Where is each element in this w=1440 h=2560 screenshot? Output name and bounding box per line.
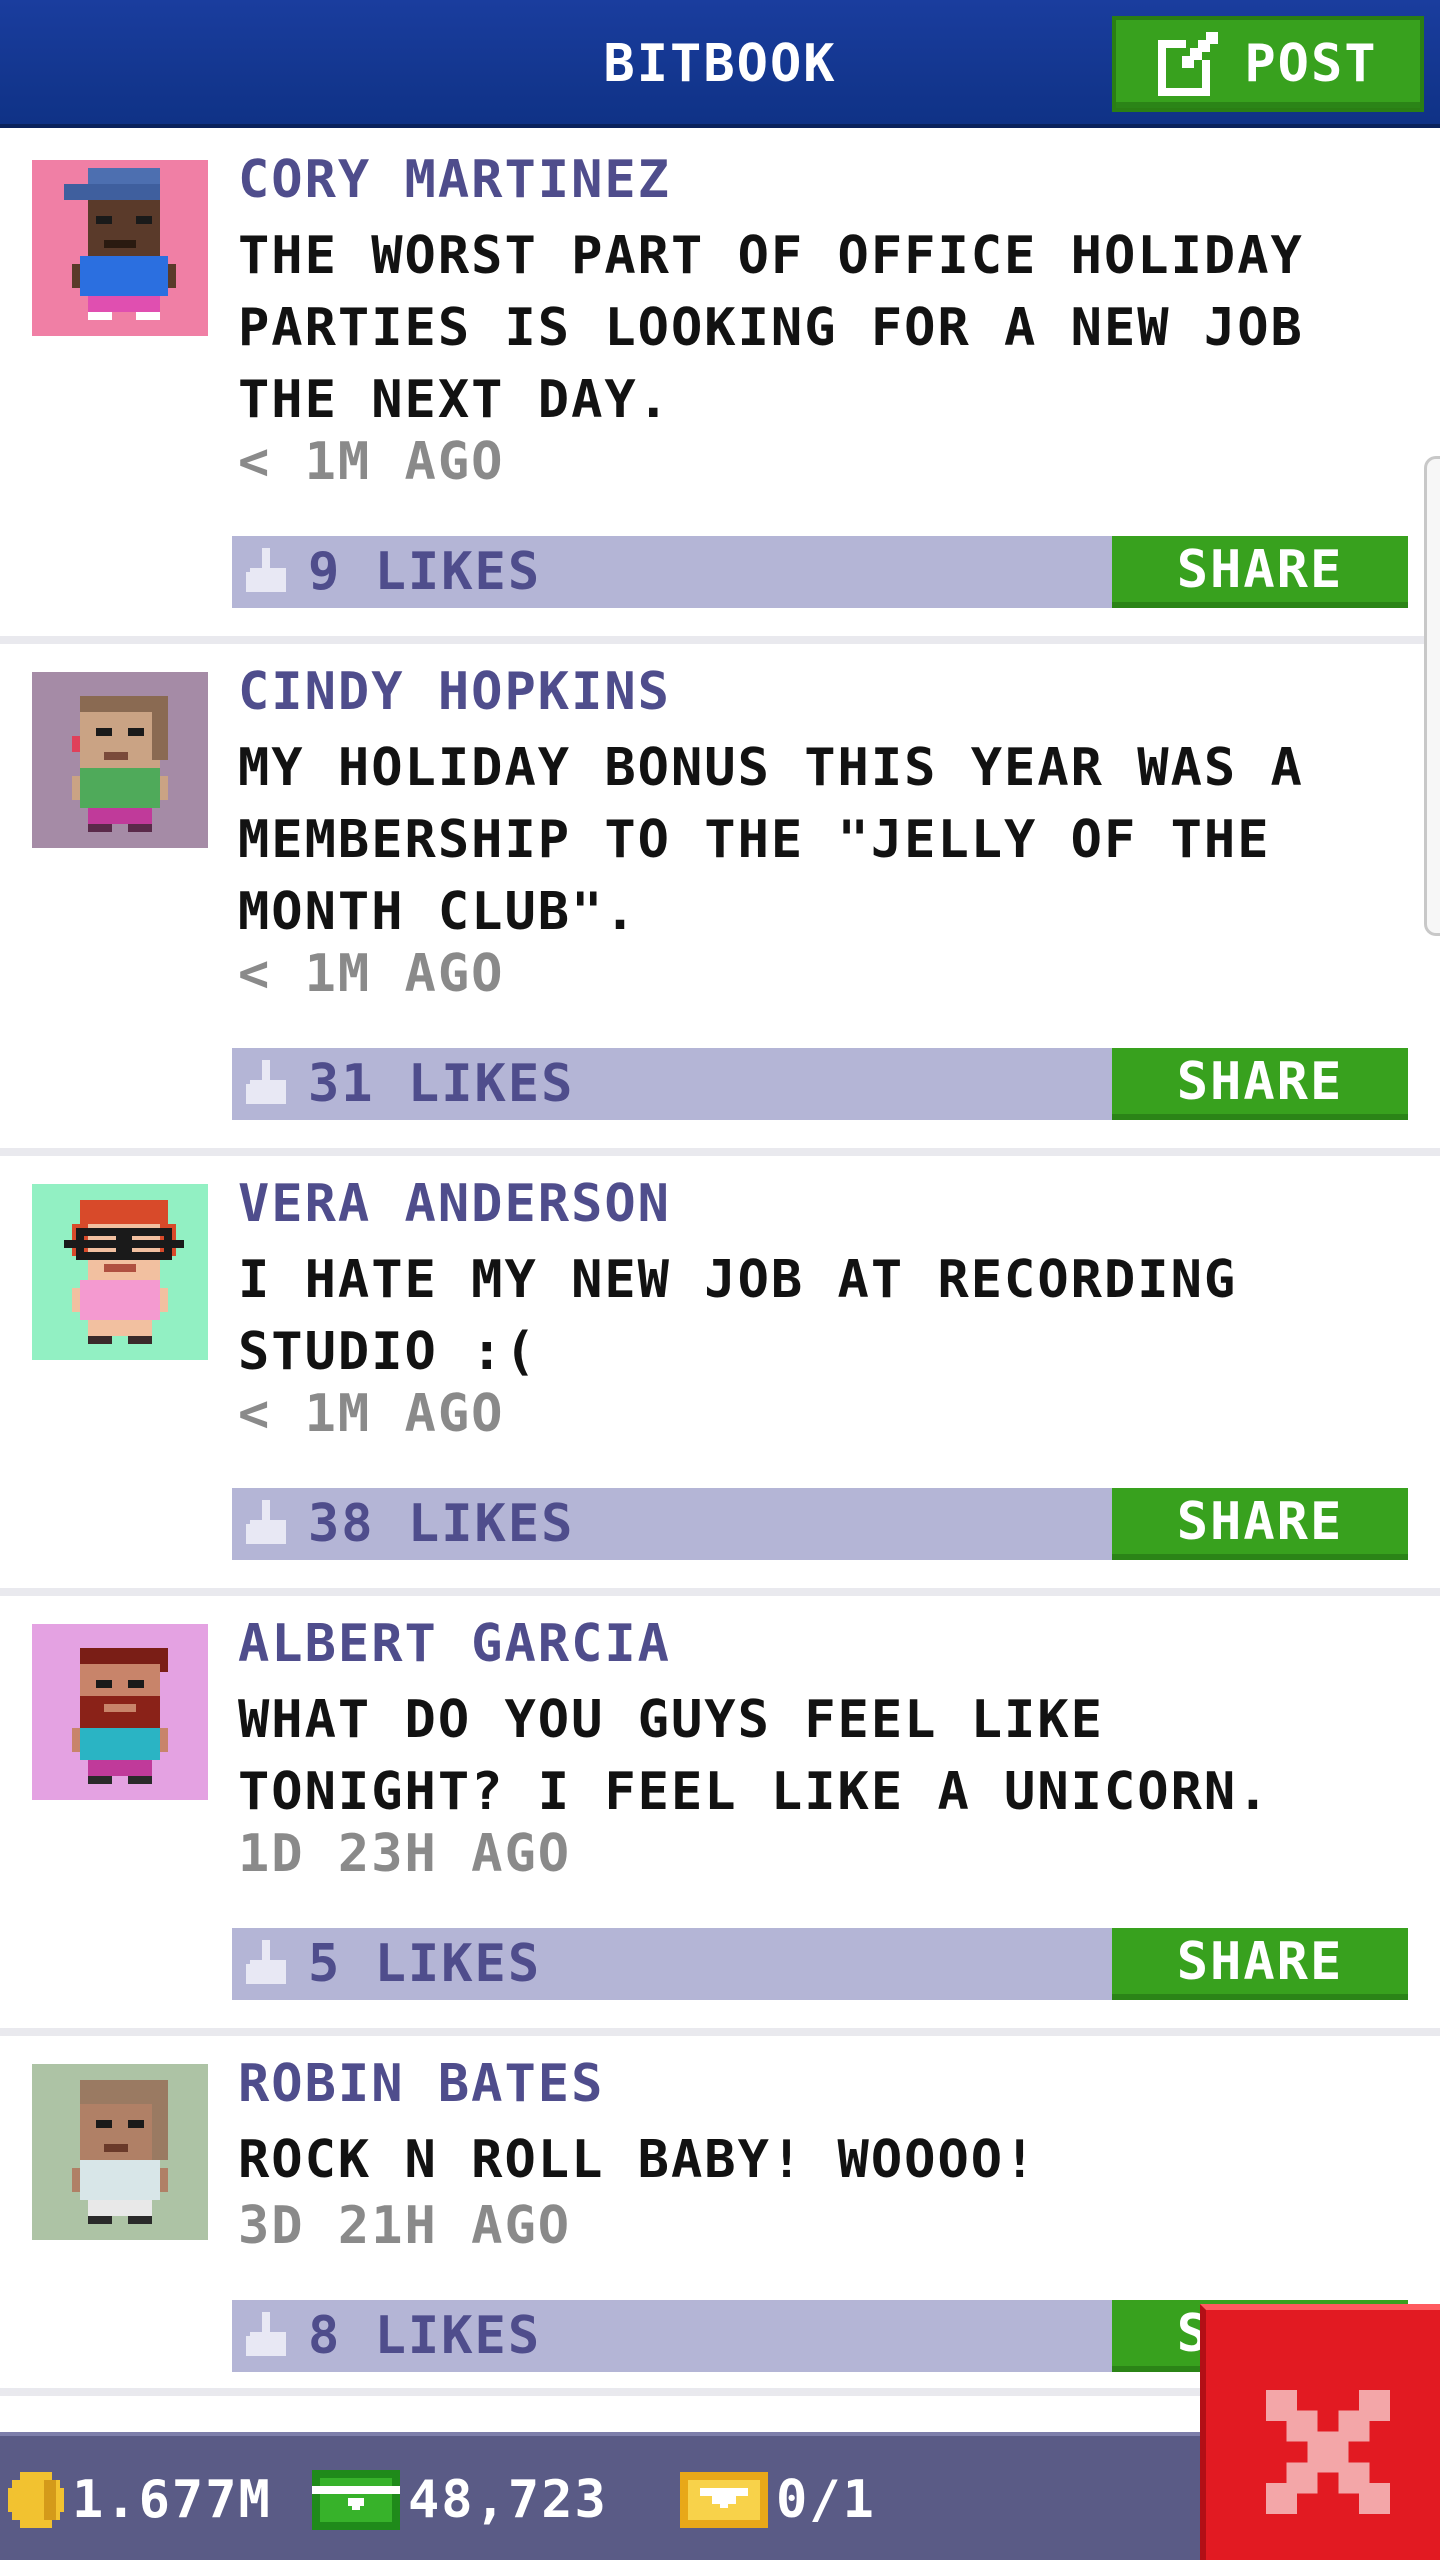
avatar-albert-icon [32,1624,208,1800]
ticket-icon [680,2472,768,2528]
avatar[interactable] [32,1624,208,1800]
post-message-line: THE NEXT DAY. [238,370,671,430]
post-author[interactable]: ROBIN BATES [238,2054,604,2114]
coins-stat: 1.677M [8,2436,272,2560]
share-button[interactable]: SHARE [1112,536,1408,608]
thumbs-up-icon [246,1940,286,1984]
post-timestamp: < 1M AGO [238,1384,505,1444]
post-message-line: MONTH CLUB". [238,882,638,942]
post-message-line: WHAT DO YOU GUYS FEEL LIKE [238,1690,1104,1750]
post-timestamp: 3D 21H AGO [238,2196,572,2256]
avatar-cory-icon [32,160,208,336]
like-bar[interactable]: 31 LIKES SHARE [232,1048,1408,1120]
post-message: WHAT DO YOU GUYS FEEL LIKE TONIGHT? I FE… [238,1684,1418,1828]
post-button[interactable]: POST [1112,16,1424,112]
post-button-label: POST [1244,34,1378,94]
thumbs-up-icon [246,1500,286,1544]
post-item: VERA ANDERSON I HATE MY NEW JOB AT RECOR… [0,1156,1440,1592]
scrollbar[interactable] [1424,456,1440,936]
thumbs-up-icon [246,2312,286,2356]
post-message: MY HOLIDAY BONUS THIS YEAR WAS A MEMBERS… [238,732,1418,948]
tickets-value: 0/1 [776,2470,876,2530]
bux-stat: 48,723 [312,2436,608,2560]
post-author[interactable]: CINDY HOPKINS [238,662,671,722]
post-author[interactable]: ALBERT GARCIA [238,1614,671,1674]
divider [0,1588,1440,1596]
like-count: 31 LIKES [308,1054,575,1114]
post-message-line: MY HOLIDAY BONUS THIS YEAR WAS A [238,738,1304,798]
coins-value: 1.677M [72,2470,272,2530]
post-message-line: THE WORST PART OF OFFICE HOLIDAY [238,226,1304,286]
thumbs-up-icon [246,548,286,592]
post-item: CORY MARTINEZ THE WORST PART OF OFFICE H… [0,132,1440,640]
thumbs-up-icon [246,1060,286,1104]
header-bar: BITBOOK POST [0,0,1440,128]
post-message-line: PARTIES IS LOOKING FOR A NEW JOB [238,298,1304,358]
post-message: I HATE MY NEW JOB AT RECORDING STUDIO :( [238,1244,1418,1388]
avatar-cindy-icon [32,672,208,848]
post-item: ALBERT GARCIA WHAT DO YOU GUYS FEEL LIKE… [0,1596,1440,2032]
close-button[interactable] [1200,2304,1440,2560]
bux-value: 48,723 [408,2470,608,2530]
avatar-robin-icon [32,2064,208,2240]
like-bar[interactable]: 38 LIKES SHARE [232,1488,1408,1560]
post-message-line: TONIGHT? I FEEL LIKE A UNICORN. [238,1762,1271,1822]
post-item: CINDY HOPKINS MY HOLIDAY BONUS THIS YEAR… [0,644,1440,1152]
avatar[interactable] [32,2064,208,2240]
bux-icon [312,2470,400,2530]
avatar[interactable] [32,1184,208,1360]
like-count: 38 LIKES [308,1494,575,1554]
post-message-line: STUDIO :( [238,1322,538,1382]
close-icon [1266,2390,1390,2514]
like-count: 8 LIKES [308,2306,542,2366]
like-count: 5 LIKES [308,1934,542,1994]
post-timestamp: 1D 23H AGO [238,1824,572,1884]
post-author[interactable]: VERA ANDERSON [238,1174,671,1234]
post-timestamp: < 1M AGO [238,432,505,492]
like-count: 9 LIKES [308,542,542,602]
tickets-stat: 0/1 [680,2436,876,2560]
post-message: ROCK N ROLL BABY! WOOOO! [238,2124,1418,2196]
post-message-line: MEMBERSHIP TO THE "JELLY OF THE [238,810,1271,870]
divider [0,2028,1440,2036]
share-button[interactable]: SHARE [1112,1048,1408,1120]
post-feed[interactable]: CORY MARTINEZ THE WORST PART OF OFFICE H… [0,132,1440,2424]
divider [0,1148,1440,1156]
post-timestamp: < 1M AGO [238,944,505,1004]
post-author[interactable]: CORY MARTINEZ [238,150,671,210]
like-bar[interactable]: 5 LIKES SHARE [232,1928,1408,2000]
post-message-line: ROCK N ROLL BABY! WOOOO! [238,2130,1038,2190]
like-bar[interactable]: 9 LIKES SHARE [232,536,1408,608]
share-button[interactable]: SHARE [1112,1488,1408,1560]
post-message: THE WORST PART OF OFFICE HOLIDAY PARTIES… [238,220,1418,436]
post-message-line: I HATE MY NEW JOB AT RECORDING [238,1250,1238,1310]
compose-icon [1158,32,1219,96]
avatar[interactable] [32,672,208,848]
divider [0,636,1440,644]
coin-icon [8,2472,64,2528]
avatar-vera-icon [32,1184,208,1360]
avatar[interactable] [32,160,208,336]
share-button[interactable]: SHARE [1112,1928,1408,2000]
